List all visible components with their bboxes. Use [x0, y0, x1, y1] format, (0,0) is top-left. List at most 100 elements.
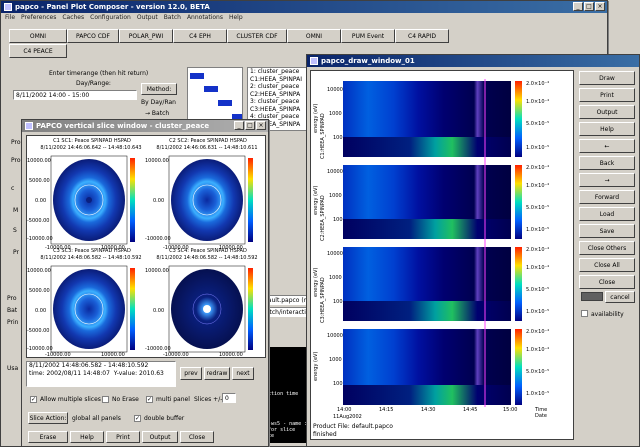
- slice-plot-area[interactable]: C1 SC1: Peace SPINPAD HSPAD 8/11/2002 14…: [26, 135, 266, 358]
- availability-checkbox[interactable]: [581, 310, 588, 317]
- tab-pum-event[interactable]: PUM Event: [341, 29, 395, 43]
- slice-action-button[interactable]: Slice Action:: [28, 412, 68, 424]
- tab-papco-cdf[interactable]: PAPCO CDF: [67, 29, 119, 43]
- maximize-icon[interactable]: □: [245, 121, 255, 130]
- close-button[interactable]: Close: [180, 431, 214, 443]
- slices-label: Slices +/-: [194, 396, 223, 403]
- y-tick: 10000: [327, 333, 343, 339]
- list-item[interactable]: 3: cluster_peace: [250, 98, 306, 106]
- close-all-button[interactable]: Close All: [579, 258, 635, 272]
- load-button[interactable]: Load: [579, 207, 635, 221]
- y-tick: 1000: [329, 193, 342, 199]
- cbar-tick: 5.0×10⁻⁵: [526, 287, 550, 293]
- y-tick: 10000: [327, 169, 343, 175]
- composer-titlebar[interactable]: papco - Panel Plot Composer - version 12…: [1, 1, 607, 13]
- panel-bar-2[interactable]: [204, 86, 218, 92]
- list-item[interactable]: 2: cluster_peace: [250, 83, 306, 91]
- output-button[interactable]: Output: [579, 105, 635, 119]
- cbar-tick: 1.0×10⁻⁵: [526, 309, 550, 315]
- x-date: 11Aug2002: [333, 414, 362, 420]
- next-button[interactable]: next: [232, 367, 254, 380]
- list-item[interactable]: C1:HEEA_SPINPAI: [250, 76, 306, 84]
- tab-polar-pwi[interactable]: POLAR_PWI: [119, 29, 173, 43]
- tab-c4-peace[interactable]: C4 PEACE: [9, 44, 67, 58]
- draw-plot-area[interactable]: energy (eV) energy (eV) energy (eV) ener…: [310, 70, 574, 440]
- menu-preferences[interactable]: Preferences: [21, 13, 56, 22]
- minimize-icon[interactable]: _: [573, 2, 583, 11]
- slice-window: PAPCO vertical slice window - cluster_pe…: [21, 119, 269, 447]
- close-button[interactable]: Close: [579, 275, 635, 289]
- close-icon[interactable]: ×: [256, 121, 266, 130]
- panel-label-2: C2:HEEA_SPINPAD: [320, 195, 326, 241]
- ylabel-3: energy (eV): [313, 267, 319, 297]
- app-icon: [4, 3, 12, 11]
- no-erase-checkbox[interactable]: [102, 396, 109, 403]
- menu-configuration[interactable]: Configuration: [90, 13, 131, 22]
- minimize-icon[interactable]: _: [234, 121, 244, 130]
- menu-output[interactable]: Output: [137, 13, 158, 22]
- menu-file[interactable]: File: [5, 13, 15, 22]
- cbar-tick: 1.0×10⁻⁵: [526, 145, 550, 151]
- y-tick: 0.00: [153, 308, 165, 314]
- menu-batch[interactable]: Batch: [164, 13, 181, 22]
- help-button[interactable]: Help: [579, 122, 635, 136]
- menu-help[interactable]: Help: [229, 13, 243, 22]
- panel-bar-3[interactable]: [218, 100, 232, 106]
- menu-caches[interactable]: Caches: [62, 13, 84, 22]
- draw-button[interactable]: Draw: [579, 71, 635, 85]
- y-tick: 10000.00: [145, 268, 169, 274]
- menu-annotations[interactable]: Annotations: [187, 13, 223, 22]
- tab-cluster-cdf[interactable]: CLUSTER CDF: [227, 29, 287, 43]
- list-item[interactable]: C2:HEEA_SPINPA: [250, 91, 306, 99]
- x-tick: 10000.00: [101, 245, 125, 251]
- y-tick: 100: [333, 381, 343, 387]
- x-tick: 14:30: [421, 407, 436, 413]
- y-tick: 10000: [327, 87, 343, 93]
- slice-titlebar[interactable]: PAPCO vertical slice window - cluster_pe…: [22, 120, 268, 132]
- close-others-button[interactable]: Close Others: [579, 241, 635, 255]
- timerange-label: Enter timerange (then hit return): [49, 70, 149, 77]
- close-icon[interactable]: ×: [595, 2, 605, 11]
- forward-button[interactable]: Forward: [579, 190, 635, 204]
- list-item[interactable]: 1: cluster_peace: [250, 68, 306, 76]
- timerange-input[interactable]: 8/11/2002 14:00 - 15:00: [13, 90, 137, 100]
- draw-titlebar[interactable]: papco_draw_window_01: [307, 55, 639, 67]
- redraw-button[interactable]: redraw: [204, 367, 230, 380]
- maximize-icon[interactable]: □: [584, 2, 594, 11]
- x-tick: 14:45: [463, 407, 478, 413]
- y-tick: -5000.00: [27, 328, 50, 334]
- multi-panel-checkbox[interactable]: ✓: [146, 396, 153, 403]
- polar-time-2: 8/11/2002 14:46:06.631 -- 14:48:10.611: [156, 145, 258, 151]
- menubar: File Preferences Caches Configuration Ou…: [1, 13, 607, 22]
- print-button[interactable]: Print: [106, 431, 140, 443]
- back-button[interactable]: Back: [579, 156, 635, 170]
- batch-label: → Batch: [145, 110, 170, 117]
- cbar-tick: 1.0×10⁻⁴: [526, 99, 550, 105]
- tab-c4-eph[interactable]: C4 EPH: [173, 29, 227, 43]
- prev-button[interactable]: prev: [180, 367, 202, 380]
- double-buffer-checkbox[interactable]: ✓: [134, 415, 141, 422]
- cbar-tick: 1.0×10⁻⁵: [526, 391, 550, 397]
- product-file-label: Product File: default.papco: [313, 423, 393, 430]
- slice-title: PAPCO vertical slice window - cluster_pe…: [36, 122, 210, 130]
- erase-button[interactable]: Erase: [28, 431, 68, 443]
- list-item[interactable]: C3:HEEA_SPINPA: [250, 106, 306, 114]
- panel-bar-1[interactable]: [190, 73, 204, 79]
- cancel-button[interactable]: cancel: [605, 291, 635, 303]
- partial-label-s: S: [13, 227, 17, 234]
- forward-arrow-button[interactable]: →: [579, 173, 635, 187]
- save-button[interactable]: Save: [579, 224, 635, 238]
- method-button[interactable]: Method:: [141, 83, 177, 95]
- slices-input[interactable]: 0: [222, 393, 236, 403]
- allow-multiple-checkbox[interactable]: ✓: [30, 396, 37, 403]
- tab-omni[interactable]: OMNI: [9, 29, 67, 43]
- window-icon: [310, 57, 318, 65]
- y-tick: 10000.00: [145, 158, 169, 164]
- help-button[interactable]: Help: [70, 431, 104, 443]
- print-button[interactable]: Print: [579, 88, 635, 102]
- x-tick: 10000.00: [219, 352, 243, 358]
- tab-c4-rapid[interactable]: C4 RAPID: [395, 29, 449, 43]
- back-arrow-button[interactable]: ←: [579, 139, 635, 153]
- tab-omni-2[interactable]: OMNI: [287, 29, 341, 43]
- output-button[interactable]: Output: [142, 431, 178, 443]
